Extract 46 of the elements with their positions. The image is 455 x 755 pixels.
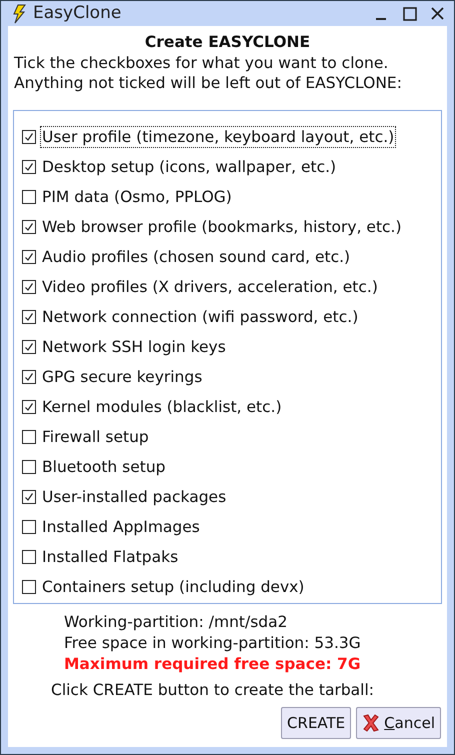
cross-icon bbox=[362, 713, 380, 733]
instruction-text: Tick the checkboxes for what you want to clone. bbox=[13, 53, 390, 73]
checked-checkbox[interactable] bbox=[22, 160, 36, 174]
checked-checkbox[interactable] bbox=[22, 250, 36, 264]
option-label[interactable]: Desktop setup (icons, wallpaper, etc.) bbox=[40, 156, 338, 178]
option-label[interactable]: Containers setup (including devx) bbox=[40, 576, 306, 598]
option-label[interactable]: Web browser profile (bookmarks, history, etc.) bbox=[40, 216, 404, 238]
option-label[interactable]: Installed AppImages bbox=[40, 516, 202, 538]
checked-checkbox[interactable] bbox=[22, 400, 36, 414]
option-label[interactable]: PIM data (Osmo, PPLOG) bbox=[40, 186, 234, 208]
checked-checkbox[interactable] bbox=[22, 130, 36, 144]
option-label[interactable]: Bluetooth setup bbox=[40, 456, 168, 478]
info-text: Working-partition: /mnt/sda2 bbox=[64, 612, 288, 633]
option-label[interactable]: Video profiles (X drivers, acceleration, etc.) bbox=[40, 276, 380, 298]
option-label[interactable]: User-installed packages bbox=[40, 486, 228, 508]
option-label[interactable]: Firewall setup bbox=[40, 426, 151, 448]
info-text: Free space in working-partition: 53.3G bbox=[64, 633, 362, 654]
option-label[interactable]: GPG secure keyrings bbox=[40, 366, 204, 388]
checkbox[interactable] bbox=[22, 460, 36, 474]
option-label[interactable]: Audio profiles (chosen sound card, etc.) bbox=[40, 246, 352, 268]
option-label[interactable]: Installed Flatpaks bbox=[40, 546, 180, 568]
checked-checkbox[interactable] bbox=[22, 310, 36, 324]
checked-checkbox[interactable] bbox=[22, 340, 36, 354]
checked-checkbox[interactable] bbox=[22, 220, 36, 234]
cancel-button[interactable]: Cancel bbox=[356, 707, 441, 739]
option-label[interactable]: User profile (timezone, keyboard layout, etc.) bbox=[40, 126, 396, 148]
close-icon[interactable] bbox=[431, 7, 444, 20]
checkbox[interactable] bbox=[22, 580, 36, 594]
checked-checkbox[interactable] bbox=[22, 280, 36, 294]
option-label[interactable]: Network connection (wifi password, etc.) bbox=[40, 306, 360, 328]
checked-checkbox[interactable] bbox=[22, 490, 36, 504]
checkbox[interactable] bbox=[22, 190, 36, 204]
prompt-text: Click CREATE button to create the tarball: bbox=[50, 680, 375, 700]
checked-checkbox[interactable] bbox=[22, 370, 36, 384]
option-label[interactable]: Kernel modules (blacklist, etc.) bbox=[40, 396, 284, 418]
create-button[interactable]: CREATE bbox=[281, 707, 352, 739]
warning-text: Maximum required free space: 7G bbox=[64, 654, 362, 675]
checkbox[interactable] bbox=[22, 430, 36, 444]
checkbox[interactable] bbox=[22, 550, 36, 564]
dialog-heading: Create EASYCLONE bbox=[144, 32, 312, 53]
instruction-text: Anything not ticked will be left out of EASYCLONE: bbox=[13, 73, 403, 93]
window-title: EasyClone bbox=[33, 2, 122, 25]
maximize-icon[interactable] bbox=[403, 6, 417, 20]
checkbox[interactable] bbox=[22, 520, 36, 534]
lightning-icon bbox=[11, 4, 27, 24]
option-label[interactable]: Network SSH login keys bbox=[40, 336, 228, 358]
